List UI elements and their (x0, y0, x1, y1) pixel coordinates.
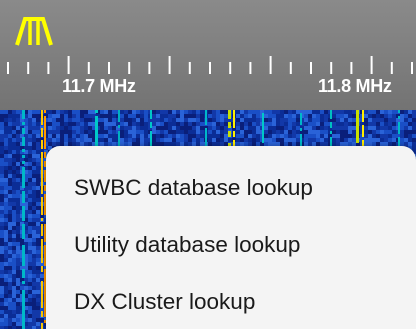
menu-item-utility-lookup[interactable]: Utility database lookup (74, 232, 300, 258)
menu-item-swbc-lookup[interactable]: SWBC database lookup (74, 175, 313, 201)
frequency-scale[interactable]: 11.7 MHz 11.8 MHz (0, 0, 416, 110)
context-menu: SWBC database lookup Utility database lo… (46, 146, 416, 329)
frequency-label: 11.7 MHz (62, 76, 136, 96)
menu-item-dx-cluster-lookup[interactable]: DX Cluster lookup (74, 289, 255, 315)
frequency-label: 11.8 MHz (318, 76, 392, 96)
receiver-view: 11.7 MHz 11.8 MHz SWBC database lookup U… (0, 0, 416, 329)
